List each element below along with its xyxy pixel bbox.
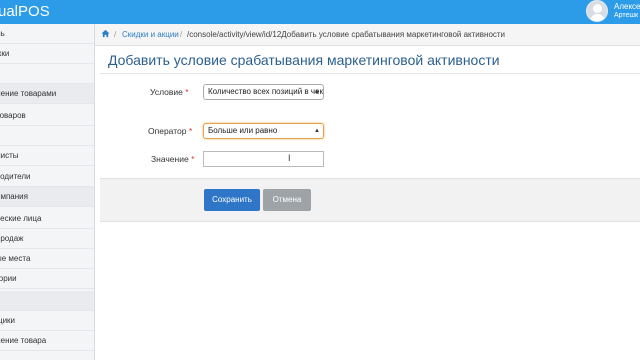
user-subtitle: Артешк [614,12,639,19]
breadcrumb-link-discounts[interactable]: Скидки и акции [122,24,179,46]
cancel-button[interactable]: Отмена [263,189,311,211]
form-actions-bar [100,178,640,222]
save-button[interactable]: Сохранить [204,189,260,211]
avatar[interactable] [586,0,608,22]
sidebar-item[interactable]: водители [0,167,94,187]
home-icon[interactable] [101,24,110,46]
breadcrumb: / Скидки и акции / /console/activity/vie… [95,24,640,46]
sidebar-item[interactable]: листы [0,146,94,166]
breadcrumb-separator: / [114,30,117,39]
sidebar-item[interactable]: гории [0,269,94,289]
sidebar-item[interactable]: ые места [0,249,94,269]
operator-select-value: Больше или равно [208,126,278,135]
sidebar-item[interactable]: жки [0,44,94,64]
required-mark: * [188,126,193,136]
value-label: Значение * [151,154,194,164]
breadcrumb-separator: / [180,30,183,39]
condition-label-text: Условие [150,87,183,97]
avatar-body-shape [590,14,605,21]
operator-label: Оператор * [148,126,192,136]
sidebar-item[interactable]: г [0,64,94,84]
title-divider [100,73,640,74]
top-navbar: ualPOS Алексе Артешк [0,0,640,24]
sidebar-section-header[interactable] [0,291,94,311]
sidebar-section-header[interactable]: омпания [0,187,94,207]
sidebar-item[interactable]: продаж [0,229,94,249]
sidebar-item[interactable]: щики [0,311,94,331]
sidebar-section-header[interactable]: ление товарами [0,84,94,104]
value-input[interactable] [203,151,324,167]
value-label-text: Значение [151,154,189,164]
sidebar-item[interactable]: ление товара [0,331,94,351]
sidebar-item[interactable]: ль [0,24,94,44]
condition-select-value: Количество всех позиций в чеке [208,87,324,96]
text-cursor-icon: I [288,153,291,163]
sidebar-item[interactable]: з [0,126,94,146]
select-arrows-icon: ▲▼ [314,89,320,95]
sidebar-item[interactable]: ческие лица [0,209,94,229]
operator-select[interactable]: Больше или равно ▲▼ [203,123,324,139]
avatar-head-shape [593,4,602,13]
condition-label: Условие * [150,87,189,97]
sidebar: льжкигление товарами товаровзлистыводите… [0,24,95,360]
required-mark: * [185,87,189,97]
condition-select[interactable]: Количество всех позиций в чеке ▲▼ [203,84,324,100]
brand-logo[interactable]: ualPOS [0,1,50,23]
breadcrumb-current: /console/activity/view/id/12Добавить усл… [187,30,506,39]
operator-label-text: Оператор [148,126,187,136]
sidebar-item[interactable]: товаров [0,106,94,126]
select-arrows-icon: ▲▼ [314,128,320,134]
required-mark: * [191,154,195,164]
page-title: Добавить условие срабатывания маркетинго… [108,52,500,68]
